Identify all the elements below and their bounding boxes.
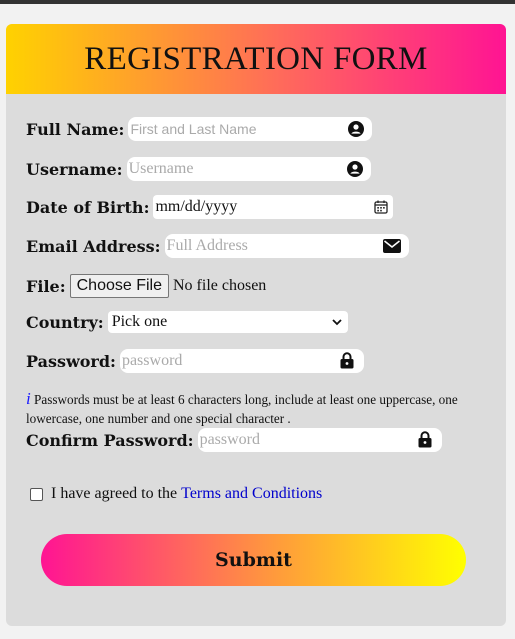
dob-label: Date of Birth: — [26, 197, 150, 217]
username-label: Username: — [26, 159, 123, 179]
email-input[interactable] — [164, 235, 409, 257]
username-field[interactable] — [126, 157, 371, 181]
full-name-label: Full Name: — [26, 119, 125, 139]
registration-card: REGISTRATION FORM Full Name: Username: D… — [6, 24, 506, 626]
country-selected: Pick one — [111, 313, 168, 330]
confirm-password-row: Confirm Password: — [26, 428, 442, 452]
email-field[interactable] — [164, 234, 409, 258]
file-label: File: — [26, 276, 66, 296]
terms-row: I have agreed to the Terms and Condition… — [30, 485, 322, 503]
full-name-input[interactable] — [128, 118, 373, 140]
lock-icon — [340, 352, 354, 369]
country-row: Country: Pick one — [26, 311, 348, 333]
dob-field[interactable]: mm/dd/yyyy — [153, 195, 394, 219]
form-header: REGISTRATION FORM — [6, 24, 506, 94]
country-label: Country: — [26, 312, 104, 332]
choose-file-button[interactable]: Choose File — [69, 274, 169, 298]
terms-text: I have agreed to the — [51, 485, 178, 502]
full-name-field[interactable] — [128, 117, 373, 141]
username-row: Username: — [26, 157, 371, 181]
confirm-password-field[interactable] — [197, 428, 442, 452]
password-hint-text: Passwords must be at least 6 characters … — [26, 392, 458, 426]
password-hint: i Passwords must be at least 6 character… — [26, 389, 496, 428]
password-row: Password: — [26, 349, 364, 373]
chevron-down-icon — [332, 318, 342, 325]
full-name-row: Full Name: — [26, 117, 373, 141]
confirm-password-label: Confirm Password: — [26, 430, 194, 450]
username-input[interactable] — [126, 158, 371, 180]
dob-row: Date of Birth: mm/dd/yyyy — [26, 195, 394, 219]
calendar-icon[interactable] — [374, 200, 389, 214]
terms-link[interactable]: Terms and Conditions — [181, 485, 322, 503]
info-icon: i — [26, 389, 31, 408]
envelope-icon — [382, 239, 401, 253]
email-label: Email Address: — [26, 236, 161, 256]
password-label: Password: — [26, 351, 116, 371]
form-title: REGISTRATION FORM — [84, 40, 428, 77]
password-field[interactable] — [119, 349, 364, 373]
terms-checkbox[interactable] — [30, 487, 43, 501]
user-icon — [348, 121, 365, 137]
dob-input[interactable]: mm/dd/yyyy — [153, 198, 237, 216]
email-row: Email Address: — [26, 234, 409, 258]
user-icon — [346, 161, 363, 177]
password-input[interactable] — [119, 350, 364, 372]
file-row: File: Choose File No file chosen — [26, 274, 266, 298]
top-bar — [0, 0, 515, 4]
country-select[interactable]: Pick one — [107, 311, 348, 333]
confirm-password-input[interactable] — [197, 429, 442, 451]
file-status: No file chosen — [172, 277, 267, 294]
submit-button[interactable]: Submit — [41, 534, 466, 586]
lock-icon — [418, 431, 432, 448]
